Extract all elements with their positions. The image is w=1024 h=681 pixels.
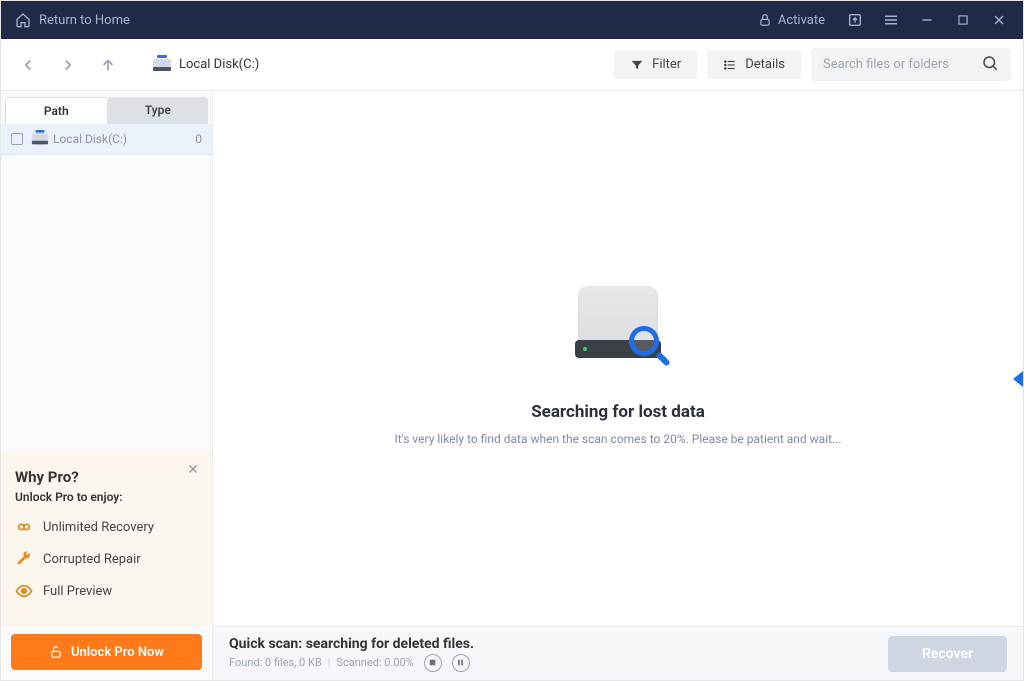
pro-close-button[interactable] — [184, 460, 202, 478]
search-icon[interactable] — [981, 54, 999, 76]
return-home-link[interactable]: Return to Home — [39, 13, 130, 28]
forward-button[interactable] — [57, 54, 79, 76]
filter-button[interactable]: Filter — [614, 50, 697, 79]
pro-feature-label: Unlimited Recovery — [43, 520, 154, 535]
tab-type[interactable]: Type — [108, 97, 209, 124]
home-icon — [15, 12, 31, 28]
disk-icon — [153, 59, 171, 71]
pro-panel: Why Pro? Unlock Pro to enjoy: Unlimited … — [1, 452, 212, 626]
upload-icon[interactable] — [839, 4, 871, 36]
infinity-icon — [15, 518, 33, 536]
scan-stats: Found: 0 files, 0 KB | Scanned: 0.00% — [229, 654, 474, 672]
scan-subtitle: It's very likely to find data when the s… — [394, 432, 841, 446]
details-label: Details — [745, 57, 785, 72]
scanned-text: Scanned: 0.00% — [336, 656, 413, 669]
breadcrumb: Local Disk(C:) — [153, 57, 259, 72]
toolbar: Local Disk(C:) Filter Details — [1, 39, 1023, 91]
pro-feature-label: Full Preview — [43, 584, 112, 599]
recover-button[interactable]: Recover — [888, 636, 1007, 672]
back-button[interactable] — [17, 54, 39, 76]
unlock-pro-label: Unlock Pro Now — [71, 645, 164, 660]
sidebar: Path Type Local Disk(C:) 0 Why Pro? Unlo… — [1, 91, 213, 680]
status-bar: Quick scan: searching for deleted files.… — [213, 626, 1023, 680]
maximize-button[interactable] — [947, 4, 979, 36]
tree-item-count: 0 — [195, 132, 202, 146]
details-button[interactable]: Details — [707, 50, 801, 79]
content-area: Searching for lost data It's very likely… — [213, 91, 1023, 680]
disk-icon — [32, 134, 48, 145]
magnifier-icon — [629, 326, 671, 368]
lock-icon — [758, 13, 772, 27]
minimize-button[interactable] — [911, 4, 943, 36]
pro-title: Why Pro? — [15, 468, 198, 486]
search-input[interactable] — [823, 57, 975, 72]
scan-status-title: Quick scan: searching for deleted files. — [229, 636, 474, 652]
file-tree: Local Disk(C:) 0 — [1, 124, 212, 155]
list-icon — [723, 58, 737, 72]
pause-scan-button[interactable] — [452, 654, 470, 672]
filter-label: Filter — [652, 57, 681, 72]
sidebar-tabs: Path Type — [5, 97, 208, 124]
scan-illustration — [573, 286, 663, 362]
filter-icon — [630, 58, 644, 72]
unlock-icon — [49, 645, 63, 659]
pro-feature-label: Corrupted Repair — [43, 552, 141, 567]
tree-item-label: Local Disk(C:) — [53, 132, 195, 146]
eye-icon — [15, 582, 33, 600]
found-text: Found: 0 files, 0 KB — [229, 656, 322, 669]
unlock-pro-button[interactable]: Unlock Pro Now — [11, 634, 202, 670]
close-button[interactable] — [983, 4, 1015, 36]
activate-label: Activate — [778, 13, 825, 28]
pro-subtitle: Unlock Pro to enjoy: — [15, 490, 198, 504]
tree-item[interactable]: Local Disk(C:) 0 — [1, 124, 212, 155]
up-button[interactable] — [97, 54, 119, 76]
scan-title: Searching for lost data — [531, 402, 705, 422]
titlebar: Return to Home Activate — [1, 1, 1023, 39]
expand-right-arrow[interactable] — [1013, 371, 1023, 387]
activate-button[interactable]: Activate — [748, 13, 835, 28]
search-box[interactable] — [811, 48, 1011, 81]
pro-feature: Corrupted Repair — [15, 550, 198, 568]
wrench-icon — [15, 550, 33, 568]
pro-feature: Full Preview — [15, 582, 198, 600]
menu-icon[interactable] — [875, 4, 907, 36]
stop-scan-button[interactable] — [424, 654, 442, 672]
pro-feature: Unlimited Recovery — [15, 518, 198, 536]
tree-checkbox[interactable] — [11, 133, 23, 145]
location-text: Local Disk(C:) — [179, 57, 259, 72]
tab-path[interactable]: Path — [5, 97, 108, 124]
